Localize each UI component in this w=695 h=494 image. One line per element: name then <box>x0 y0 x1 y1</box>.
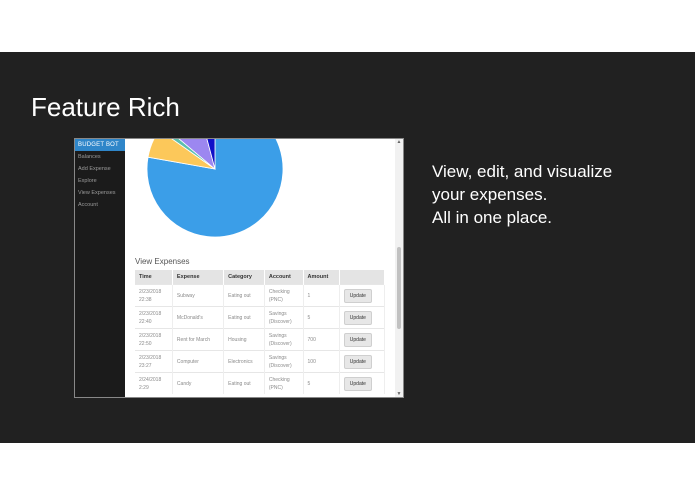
cell-action: Update <box>339 306 386 329</box>
main-content: View Expenses Time Expense Category Acco… <box>125 139 395 397</box>
col-account: Account <box>264 270 304 285</box>
update-button[interactable]: Update <box>343 332 372 347</box>
table-row: 2/23/2018 22:38 Subway Eating out Checkin… <box>135 284 386 307</box>
sidebar-item-view-expenses[interactable]: View Expenses <box>75 187 125 199</box>
cell-action: Update <box>339 350 386 373</box>
cell-category: Eating out <box>223 306 265 329</box>
col-category: Category <box>223 270 265 285</box>
update-button[interactable]: Update <box>343 376 372 391</box>
cell-action: Update <box>339 328 386 351</box>
cell-time: 2/23/2018 22:50 <box>135 328 173 351</box>
sidebar-item-account[interactable]: Account <box>75 199 125 211</box>
cell-category: Eating out <box>223 284 265 307</box>
tagline-line-3: All in one place. <box>432 208 553 227</box>
cell-account: Savings (Discover) <box>264 350 304 373</box>
presentation-slide: Feature Rich BUDGET BOT Balances Add Exp… <box>0 52 695 443</box>
cell-expense: Rent for March <box>172 328 225 351</box>
cell-category: Electronics <box>223 350 265 373</box>
cell-expense: Subway <box>172 284 225 307</box>
app-screenshot: BUDGET BOT Balances Add Expense Explore … <box>74 138 404 398</box>
cell-amount: 700 <box>303 328 340 351</box>
sidebar-item-add-expense[interactable]: Add Expense <box>75 163 125 175</box>
col-expense: Expense <box>172 270 225 285</box>
cell-expense: Candy <box>172 372 225 394</box>
expense-pie-chart <box>146 139 284 238</box>
sidebar: BUDGET BOT Balances Add Expense Explore … <box>75 139 125 397</box>
cell-time: 2/23/2018 22:38 <box>135 284 173 307</box>
cell-time: 2/24/2018 2:29 <box>135 372 173 394</box>
update-button[interactable]: Update <box>343 354 372 369</box>
cell-time: 2/23/2018 22:40 <box>135 306 173 329</box>
col-actions <box>339 270 386 285</box>
expenses-table: Time Expense Category Account Amount 2/2… <box>135 270 386 394</box>
col-amount: Amount <box>303 270 340 285</box>
col-time: Time <box>135 270 173 285</box>
cell-action: Update <box>339 284 386 307</box>
tagline: View, edit, and visualize your expenses.… <box>432 160 612 229</box>
brand-label[interactable]: BUDGET BOT <box>75 139 125 151</box>
section-title: View Expenses <box>135 257 190 266</box>
cell-amount: 1 <box>303 284 340 307</box>
sidebar-item-balances[interactable]: Balances <box>75 151 125 163</box>
cell-action: Update <box>339 372 386 394</box>
table-row: 2/23/2018 23:27 Computer Electronics Savi… <box>135 350 386 373</box>
cell-category: Housing <box>223 328 265 351</box>
update-button[interactable]: Update <box>343 310 372 325</box>
tagline-line-2: your expenses. <box>432 185 548 204</box>
cell-expense: McDonald's <box>172 306 225 329</box>
sidebar-item-explore[interactable]: Explore <box>75 175 125 187</box>
table-row: 2/24/2018 2:29 Candy Eating out Checking(… <box>135 372 386 394</box>
cell-account: Savings (Discover) <box>264 306 304 329</box>
cell-amount: 5 <box>303 306 340 329</box>
update-button[interactable]: Update <box>343 288 372 303</box>
cell-account: Checking (PNC) <box>264 284 304 307</box>
slide-title: Feature Rich <box>31 92 180 122</box>
scrollbar[interactable]: ▲ ▼ <box>395 139 403 397</box>
scroll-down-arrow-icon[interactable]: ▼ <box>396 391 402 397</box>
table-row: 2/23/2018 22:50 Rent for March Housing Sa… <box>135 328 386 351</box>
cell-time: 2/23/2018 23:27 <box>135 350 173 373</box>
cell-category: Eating out <box>223 372 265 394</box>
cell-account: Checking (PNC) <box>264 372 304 394</box>
scroll-thumb[interactable] <box>397 247 401 329</box>
scroll-up-arrow-icon[interactable]: ▲ <box>396 139 402 145</box>
table-header-row: Time Expense Category Account Amount <box>135 270 386 285</box>
cell-amount: 100 <box>303 350 340 373</box>
tagline-line-1: View, edit, and visualize <box>432 162 613 181</box>
cell-account: Savings (Discover) <box>264 328 304 351</box>
cell-amount: 5 <box>303 372 340 394</box>
cell-expense: Computer <box>172 350 225 373</box>
table-row: 2/23/2018 22:40 McDonald's Eating out Sav… <box>135 306 386 329</box>
